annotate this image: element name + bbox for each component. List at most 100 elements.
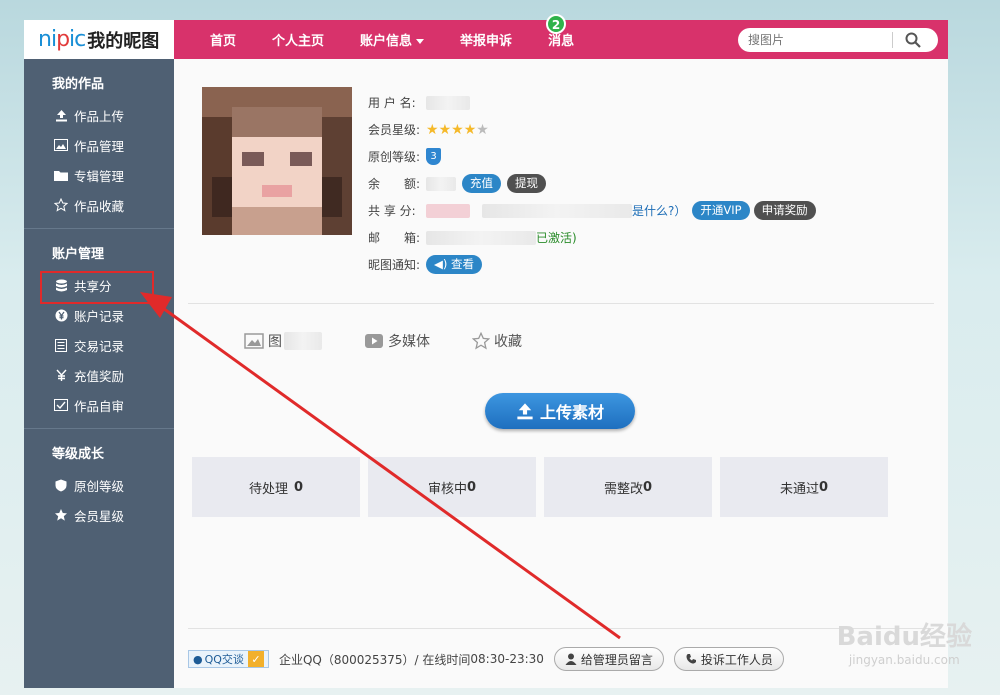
leave-message-label: 给管理员留言	[580, 652, 653, 667]
nav-home[interactable]: 首页	[210, 30, 236, 49]
username-label: 用 户 名:	[368, 96, 416, 110]
tab-favorites[interactable]: 收藏	[472, 331, 522, 351]
sidebar-item-self-review[interactable]: 作品自审	[24, 390, 174, 420]
tab-images[interactable]: 图	[244, 331, 322, 351]
status-reviewing[interactable]: 审核中 0	[368, 457, 536, 517]
page-frame: nipic 我的昵图 首页 个人主页 账户信息 举报申诉 消息 2 我的作品 作…	[24, 14, 948, 688]
sidebar-item-label: 交易记录	[74, 338, 125, 354]
sidebar-item-account-records[interactable]: 账户记录	[24, 300, 174, 330]
upload-material-button[interactable]: 上传素材	[485, 393, 635, 429]
status-count: 0	[293, 479, 304, 495]
watermark-sub: jingyan.baidu.com	[848, 653, 960, 667]
star-filled-icon: ★	[451, 121, 464, 138]
tab-multimedia[interactable]: 多媒体	[364, 331, 430, 351]
profile-info: 用 户 名: 会员星级: ★★★★★ 原创等级: 3 余 额: 充值 提现 共 …	[368, 89, 816, 278]
divider	[188, 303, 934, 304]
search-button[interactable]	[893, 28, 933, 52]
upload-icon	[516, 402, 534, 420]
sidebar-section-account: 账户管理 共享分 账户记录 交易记录 充值奖励 作品自审	[24, 229, 174, 429]
nav-account-info[interactable]: 账户信息	[360, 30, 425, 49]
open-vip-button[interactable]: 开通VIP	[692, 201, 750, 220]
sidebar-item-original-level[interactable]: 原创等级	[24, 470, 174, 500]
sidebar: 我的作品 作品上传 作品管理 专辑管理 作品收藏 账户管理 共享分 账户记录 交…	[24, 59, 174, 688]
status-needs-fix[interactable]: 需整改 0	[544, 457, 712, 517]
search-input[interactable]	[748, 33, 888, 47]
logo-text-cn: 我的昵图	[87, 30, 160, 52]
check-icon: ✓	[247, 651, 264, 667]
status-count: 0	[642, 479, 653, 495]
star-icon	[54, 198, 68, 212]
username-value-redacted	[426, 95, 470, 110]
site-logo[interactable]: nipic 我的昵图	[24, 20, 174, 59]
username-row: 用 户 名:	[368, 89, 816, 116]
sidebar-item-label: 共享分	[74, 278, 112, 294]
upload-icon	[54, 108, 68, 122]
play-icon	[364, 333, 384, 349]
sidebar-section-title: 我的作品	[52, 77, 105, 92]
sidebar-item-member-stars[interactable]: 会员星级	[24, 500, 174, 530]
tab-label-redacted	[284, 332, 322, 350]
share-points-label: 共 享 分:	[368, 204, 416, 218]
watermark-main: Baidu经验	[836, 622, 972, 652]
share-points-text-redacted	[482, 203, 632, 218]
shield-icon	[54, 478, 68, 492]
sidebar-item-label: 作品上传	[74, 108, 125, 124]
email-status: 已激活)	[536, 231, 577, 245]
nav-personal-home[interactable]: 个人主页	[272, 30, 324, 49]
avatar[interactable]	[202, 87, 352, 235]
sidebar-item-label: 专辑管理	[74, 168, 125, 184]
sidebar-item-label: 会员星级	[74, 508, 125, 524]
enterprise-qq-text: 企业QQ（800025375）/ 在线时间	[278, 652, 471, 667]
status-pending[interactable]: 待处理 0	[192, 457, 360, 517]
works-tabs: 图 多媒体 收藏	[244, 331, 564, 351]
divider	[188, 628, 934, 629]
message-count-badge: 2	[546, 14, 566, 34]
qq-chat-button[interactable]: ● QQ交谈 ✓	[188, 650, 269, 668]
status-label: 审核中	[427, 481, 467, 497]
sidebar-section-works: 我的作品 作品上传 作品管理 专辑管理 作品收藏	[24, 59, 174, 229]
check-image-icon	[54, 398, 68, 412]
withdraw-button[interactable]: 提现	[507, 174, 546, 193]
apply-reward-button[interactable]: 申请奖励	[753, 201, 816, 220]
speaker-icon: ◀)	[434, 257, 448, 271]
email-row: 邮 箱: 已激活)	[368, 224, 816, 251]
sidebar-item-albums[interactable]: 专辑管理	[24, 160, 174, 190]
yen-scissor-icon	[54, 368, 68, 382]
status-label: 需整改	[603, 481, 643, 497]
sidebar-item-share-points[interactable]: 共享分	[24, 270, 174, 304]
share-points-row: 共 享 分: 是什么?） 开通VIP 申请奖励	[368, 197, 816, 224]
member-level-label: 会员星级:	[368, 123, 421, 137]
balance-label: 余 额:	[368, 177, 421, 191]
image-icon	[244, 333, 264, 349]
qq-penguin-icon: ●	[193, 652, 203, 666]
sidebar-item-favorites[interactable]: 作品收藏	[24, 190, 174, 220]
status-count: 0	[466, 479, 477, 495]
share-points-help-link[interactable]: 是什么?）	[632, 202, 686, 219]
star-outline-icon	[472, 332, 490, 350]
sidebar-item-transactions[interactable]: 交易记录	[24, 330, 174, 360]
folder-icon	[54, 168, 68, 182]
sidebar-item-manage[interactable]: 作品管理	[24, 130, 174, 160]
tab-label: 图	[268, 334, 282, 350]
star-filled-icon: ★	[463, 121, 477, 138]
review-status-boxes: 待处理 0 审核中 0 需整改 0 未通过 0	[192, 457, 896, 517]
avatar-pixelated-image	[202, 87, 352, 235]
original-level-row: 原创等级: 3	[368, 143, 816, 170]
status-rejected[interactable]: 未通过 0	[720, 457, 888, 517]
recharge-button[interactable]: 充值	[462, 174, 501, 193]
leave-message-button[interactable]: 给管理员留言	[553, 647, 664, 671]
view-notice-button[interactable]: ◀) 查看	[426, 255, 482, 274]
upload-material-label: 上传素材	[539, 403, 604, 422]
complain-staff-button[interactable]: 投诉工作人员	[673, 647, 784, 671]
user-icon	[565, 653, 577, 665]
main-content: 用 户 名: 会员星级: ★★★★★ 原创等级: 3 余 额: 充值 提现 共 …	[174, 59, 948, 688]
footer: ● QQ交谈 ✓ 企业QQ（800025375）/ 在线时间 08:30-23:…	[188, 647, 784, 671]
sidebar-item-recharge-reward[interactable]: 充值奖励	[24, 360, 174, 390]
star-filled-icon: ★	[438, 121, 452, 138]
sidebar-item-label: 作品收藏	[74, 198, 125, 214]
sidebar-item-upload[interactable]: 作品上传	[24, 100, 174, 130]
yen-icon	[54, 308, 68, 322]
list-icon	[54, 338, 68, 352]
online-time: 08:30-23:30	[470, 652, 544, 666]
nav-report[interactable]: 举报申诉	[460, 30, 512, 49]
